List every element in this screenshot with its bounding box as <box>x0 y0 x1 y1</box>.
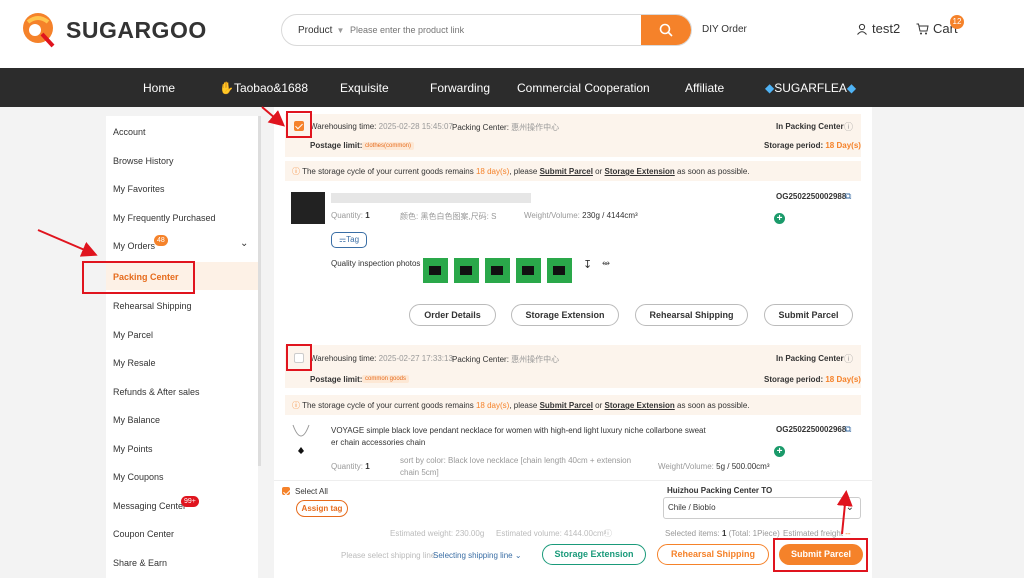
arrow-to-checkbox <box>261 106 286 127</box>
arrow-to-submit <box>836 490 853 535</box>
annotation-arrows <box>37 106 853 535</box>
arrow-to-packing-center <box>37 229 98 257</box>
